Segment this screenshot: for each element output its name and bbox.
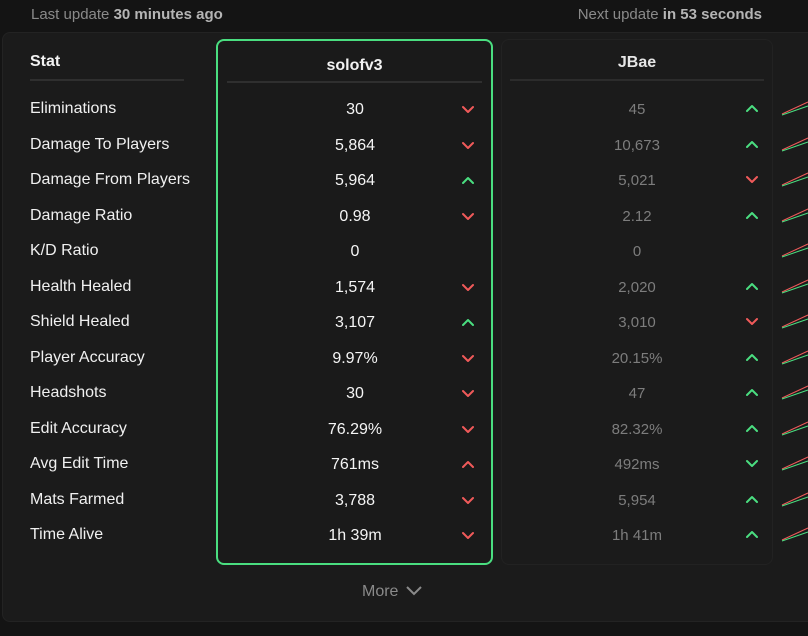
player1-name: solofv3 — [326, 57, 383, 74]
chevron-up-icon — [462, 176, 476, 186]
player2-value: 0 — [632, 243, 642, 260]
sparkline-icon — [780, 98, 808, 116]
chevron-up-icon — [746, 530, 760, 540]
chevron-up-icon — [746, 211, 760, 221]
player2-value: 5,021 — [618, 172, 656, 189]
chevron-up-icon — [746, 282, 760, 292]
stat-label: Damage Ratio — [30, 207, 133, 224]
chevron-down-icon — [462, 425, 476, 435]
player1-value: 1,574 — [334, 279, 376, 296]
player2-value: 47 — [628, 385, 646, 402]
chevron-up-icon — [746, 140, 760, 150]
chevron-down-icon — [746, 459, 760, 469]
player1-value: 3,788 — [334, 492, 376, 509]
player1-value: 0 — [350, 243, 360, 260]
chevron-down-icon — [462, 354, 476, 364]
chevron-up-icon — [746, 353, 760, 363]
last-update: Last update 30 minutes ago — [31, 6, 223, 23]
stat-label: Damage To Players — [30, 136, 170, 153]
player1-value: 5,864 — [334, 137, 376, 154]
sparkline-icon — [780, 169, 808, 187]
player1-value: 30 — [346, 101, 364, 118]
chevron-down-icon — [462, 105, 476, 115]
stat-label: K/D Ratio — [30, 242, 99, 259]
stat-label: Damage From Players — [30, 171, 191, 188]
player1-value: 1h 39m — [328, 527, 382, 544]
stat-column-header: Stat — [30, 53, 61, 70]
chevron-down-icon — [462, 496, 476, 506]
divider — [227, 81, 482, 83]
player2-value: 10,673 — [614, 137, 660, 154]
chevron-down-icon — [462, 283, 476, 293]
sparkline-icon — [780, 453, 808, 471]
player2-value: 492ms — [614, 456, 660, 473]
more-button[interactable]: More — [362, 583, 423, 601]
last-update-value: 30 minutes ago — [113, 6, 223, 23]
player2-value: 82.32% — [611, 421, 663, 438]
more-label: More — [362, 583, 399, 600]
player2-value: 2.12 — [622, 208, 652, 225]
divider — [30, 79, 184, 81]
chevron-down-icon — [406, 583, 423, 601]
chevron-down-icon — [462, 531, 476, 541]
chevron-up-icon — [746, 104, 760, 114]
sparkline-icon — [780, 134, 808, 152]
chevron-down-icon — [462, 212, 476, 222]
player1-value: 9.97% — [332, 350, 378, 367]
player2-value: 2,020 — [618, 279, 656, 296]
stat-label: Player Accuracy — [30, 349, 145, 366]
chevron-down-icon — [462, 389, 476, 399]
sparkline-icon — [780, 489, 808, 507]
chevron-up-icon — [746, 495, 760, 505]
player2-value: 20.15% — [611, 350, 663, 367]
stat-label: Shield Healed — [30, 313, 130, 330]
chevron-down-icon — [746, 317, 760, 327]
divider — [510, 79, 764, 81]
player1-value: 0.98 — [339, 208, 371, 225]
chevron-up-icon — [462, 460, 476, 470]
stat-label: Eliminations — [30, 100, 117, 117]
sparkline-icon — [780, 382, 808, 400]
sparkline-icon — [780, 524, 808, 542]
update-status-bar: Last update 30 minutes ago Next update i… — [31, 6, 762, 26]
chevron-down-icon — [746, 175, 760, 185]
player1-value: 76.29% — [327, 421, 383, 438]
sparkline-icon — [780, 240, 808, 258]
next-update: Next update in 53 seconds — [577, 6, 762, 23]
player2-value: 5,954 — [618, 492, 656, 509]
next-update-value: in 53 seconds — [662, 6, 762, 23]
player2-value: 1h 41m — [611, 527, 663, 544]
stat-label: Edit Accuracy — [30, 420, 127, 437]
sparkline-icon — [780, 418, 808, 436]
stat-label: Headshots — [30, 384, 107, 401]
sparkline-icon — [780, 205, 808, 223]
sparkline-icon — [780, 276, 808, 294]
chevron-down-icon — [462, 141, 476, 151]
player2-name: JBae — [617, 54, 657, 71]
sparkline-icon — [780, 347, 808, 365]
stat-label: Health Healed — [30, 278, 132, 295]
stat-label: Time Alive — [30, 526, 104, 543]
player2-value: 3,010 — [618, 314, 656, 331]
chevron-up-icon — [462, 318, 476, 328]
stat-label: Avg Edit Time — [30, 455, 129, 472]
sparkline-icon — [780, 311, 808, 329]
player2-value: 45 — [628, 101, 646, 118]
player1-value: 761ms — [330, 456, 380, 473]
stat-label: Mats Farmed — [30, 491, 125, 508]
chevron-up-icon — [746, 388, 760, 398]
player1-value: 5,964 — [334, 172, 376, 189]
player1-value: 30 — [346, 385, 364, 402]
chevron-up-icon — [746, 424, 760, 434]
player1-value: 3,107 — [334, 314, 376, 331]
